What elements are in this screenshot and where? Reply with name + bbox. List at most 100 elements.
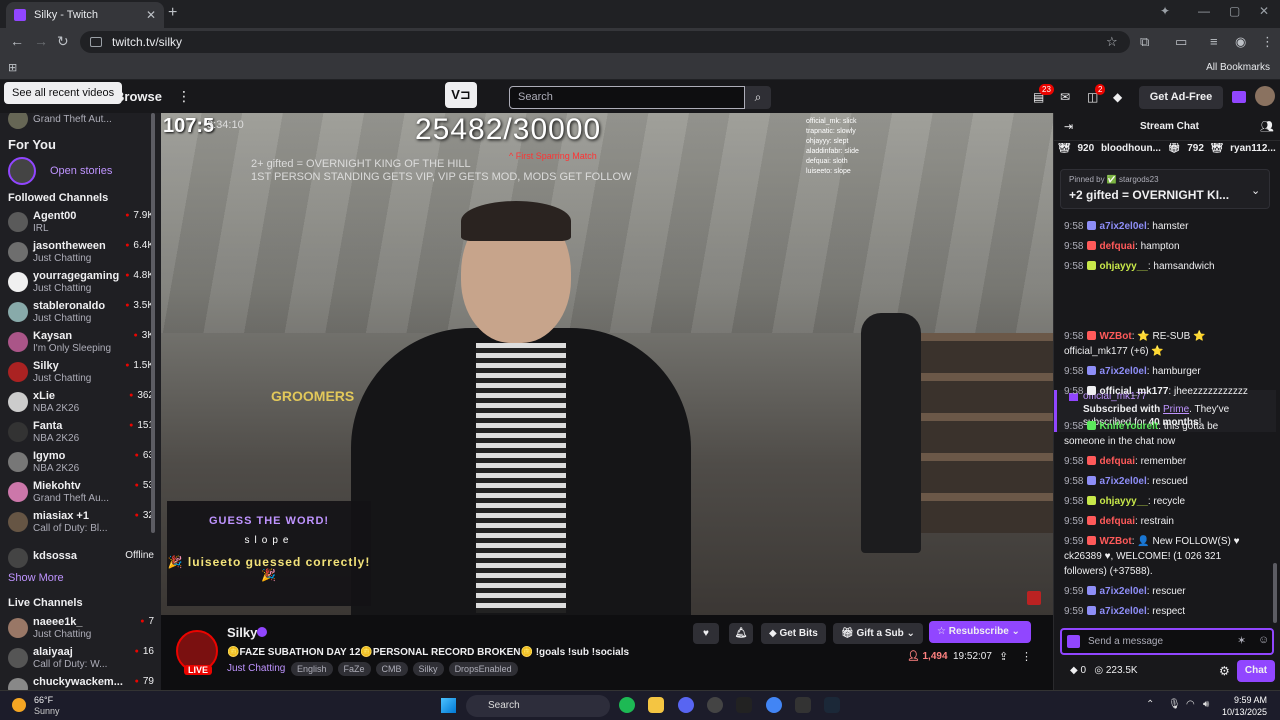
- cast-icon[interactable]: ▭: [1175, 34, 1187, 50]
- message-user[interactable]: WZBot: [1099, 331, 1131, 342]
- sidebar-channel[interactable]: Agent00IRL 7.9K: [8, 210, 154, 238]
- get-ad-free-button[interactable]: Get Ad-Free: [1139, 86, 1223, 109]
- emoji-icon[interactable]: ☺: [1258, 634, 1269, 646]
- sidebar-channel[interactable]: naeee1k_Just Chatting 7: [8, 616, 154, 644]
- gifter[interactable]: 👑︎ ryan112...: [1211, 143, 1276, 154]
- whispers-icon[interactable]: ✉: [1060, 90, 1070, 104]
- stream-category[interactable]: Just Chatting: [227, 663, 285, 674]
- gifter[interactable]: 👑︎ 920 bloodhoun...: [1058, 143, 1161, 154]
- sparkle-icon[interactable]: ✦: [1160, 4, 1170, 18]
- sidebar-channel[interactable]: yourragegamingJust Chatting 4.8K: [8, 270, 154, 298]
- chat-message-input[interactable]: Send a message ✶ ☺: [1060, 628, 1274, 655]
- follow-heart-icon[interactable]: ♥: [693, 623, 719, 644]
- forward-icon[interactable]: →: [34, 33, 48, 49]
- browser-tab[interactable]: Silky - Twitch ✕: [6, 2, 164, 28]
- search-input[interactable]: Search: [509, 86, 745, 109]
- sidebar-channel[interactable]: miasiax +1Call of Duty: Bl...32: [8, 510, 154, 538]
- sidebar-channel[interactable]: alaiyaajCall of Duty: W... 16: [8, 646, 154, 674]
- message-user[interactable]: a7ix2el0el: [1099, 476, 1146, 487]
- sidebar-channel[interactable]: stableronaldoJust Chatting 3.5K: [8, 300, 154, 328]
- more-menu-icon[interactable]: ⋮: [177, 88, 191, 105]
- volume-icon[interactable]: 🔊︎: [1203, 699, 1209, 710]
- tag[interactable]: DropsEnabled: [448, 662, 518, 676]
- sidebar-channel[interactable]: xLieNBA 2K26362: [8, 390, 154, 418]
- tag[interactable]: FaZe: [337, 662, 371, 676]
- tray-chevron-icon[interactable]: ⌃: [1146, 699, 1154, 710]
- chrome-icon[interactable]: [766, 697, 782, 713]
- more-options-icon[interactable]: ⋮: [1021, 650, 1032, 663]
- search-icon[interactable]: ⌕: [745, 86, 771, 109]
- maximize-icon[interactable]: ▢: [1229, 4, 1240, 18]
- streamer-name[interactable]: Silky: [227, 625, 257, 640]
- taskbar-search[interactable]: Search: [466, 695, 610, 717]
- new-tab-icon[interactable]: +: [168, 4, 177, 22]
- microphone-icon[interactable]: 🎙︎: [1168, 699, 1181, 710]
- spotify-icon[interactable]: [619, 697, 635, 713]
- app-icon[interactable]: [707, 697, 723, 713]
- browse-link[interactable]: Browse: [115, 89, 162, 104]
- sidebar-channel[interactable]: chuckywackem... 79: [8, 676, 154, 690]
- sidebar-scrollbar[interactable]: [151, 113, 155, 533]
- prime-icon[interactable]: [1232, 91, 1246, 103]
- all-bookmarks[interactable]: All Bookmarks: [1206, 62, 1270, 73]
- pinned-message[interactable]: Pinned by ✅ stargods23 +2 gifted = OVERN…: [1060, 169, 1270, 209]
- sidebar-channel[interactable]: SilkyJust Chatting 1.5K: [8, 360, 154, 388]
- chat-send-button[interactable]: Chat: [1237, 660, 1275, 682]
- message-user[interactable]: official_mk177: [1099, 386, 1168, 397]
- resubscribe-button[interactable]: ☆ Resubscribe ⌄: [929, 621, 1031, 643]
- message-user[interactable]: defquai: [1099, 241, 1135, 252]
- back-icon[interactable]: ←: [10, 33, 24, 49]
- collapse-chat-icon[interactable]: ⇥: [1064, 120, 1073, 133]
- channel-logo-icon[interactable]: V⊐: [445, 82, 477, 108]
- close-tab-icon[interactable]: ✕: [146, 8, 156, 22]
- tag[interactable]: English: [291, 662, 333, 676]
- message-user[interactable]: defquai: [1099, 456, 1135, 467]
- community-icon[interactable]: 👥︎: [1260, 120, 1274, 133]
- chat-settings-icon[interactable]: ⚙: [1219, 664, 1230, 678]
- share-icon[interactable]: ⇪: [999, 650, 1008, 663]
- chat-scrollbar[interactable]: [1273, 563, 1277, 623]
- sidebar-channel[interactable]: KaysanI'm Only Sleeping3K: [8, 330, 154, 358]
- minimize-icon[interactable]: —: [1198, 4, 1210, 18]
- url-field[interactable]: twitch.tv/silky: [80, 31, 1130, 53]
- message-user[interactable]: a7ix2el0el: [1099, 606, 1146, 617]
- gifter[interactable]: 🎁︎ 792: [1168, 143, 1204, 154]
- chevron-down-icon[interactable]: ⌄: [1251, 184, 1260, 197]
- wifi-icon[interactable]: ◠: [1186, 699, 1195, 710]
- bits-icon[interactable]: ◆: [1113, 90, 1122, 104]
- chat-balance[interactable]: ◆ 0 ◎ 223.5K: [1070, 665, 1138, 676]
- epic-games-icon[interactable]: [736, 697, 752, 713]
- get-bits-button[interactable]: ◆ Get Bits: [761, 623, 826, 644]
- apps-grid-icon[interactable]: ⊞: [8, 61, 17, 74]
- app-icon[interactable]: [795, 697, 811, 713]
- message-user[interactable]: defquai: [1099, 516, 1135, 527]
- windows-start-icon[interactable]: [441, 698, 456, 713]
- show-more-link[interactable]: Show More: [8, 572, 64, 584]
- sidebar-channel[interactable]: jasontheweenJust Chatting 6.4K: [8, 240, 154, 268]
- gift-sub-button[interactable]: 🎁︎ Gift a Sub ⌄: [833, 623, 923, 644]
- reload-icon[interactable]: ↻: [57, 33, 69, 50]
- user-avatar[interactable]: [1255, 86, 1275, 106]
- bookmark-star-icon[interactable]: ☆: [1106, 34, 1118, 50]
- steam-icon[interactable]: [824, 697, 840, 713]
- tag[interactable]: Silky: [412, 662, 444, 676]
- emote-picker-icon[interactable]: [1067, 635, 1080, 648]
- discord-icon[interactable]: [678, 697, 694, 713]
- message-user[interactable]: ohjayyy__: [1099, 496, 1147, 507]
- message-user[interactable]: a7ix2el0el: [1099, 366, 1146, 377]
- tag[interactable]: CMB: [375, 662, 408, 676]
- notification-bell-icon[interactable]: 🔔︎: [729, 623, 753, 644]
- close-window-icon[interactable]: ✕: [1259, 4, 1269, 18]
- message-user[interactable]: a7ix2el0el: [1099, 586, 1146, 597]
- message-user[interactable]: WZBot: [1099, 536, 1131, 547]
- message-user[interactable]: a7ix2el0el: [1099, 221, 1146, 232]
- message-user[interactable]: KnifeYourelt: [1099, 421, 1158, 432]
- prime-link[interactable]: Prime: [1163, 404, 1189, 415]
- media-icon[interactable]: ≡: [1210, 34, 1218, 49]
- sidebar-channel[interactable]: FantaNBA 2K26151: [8, 420, 154, 448]
- sidebar-channel-offline[interactable]: kdsossa Offline: [8, 546, 154, 574]
- menu-icon[interactable]: ⋮: [1261, 34, 1274, 50]
- extensions-icon[interactable]: ⧉: [1140, 34, 1149, 50]
- message-user[interactable]: ohjayyy__: [1099, 261, 1147, 272]
- hype-icon[interactable]: ✶: [1237, 634, 1246, 647]
